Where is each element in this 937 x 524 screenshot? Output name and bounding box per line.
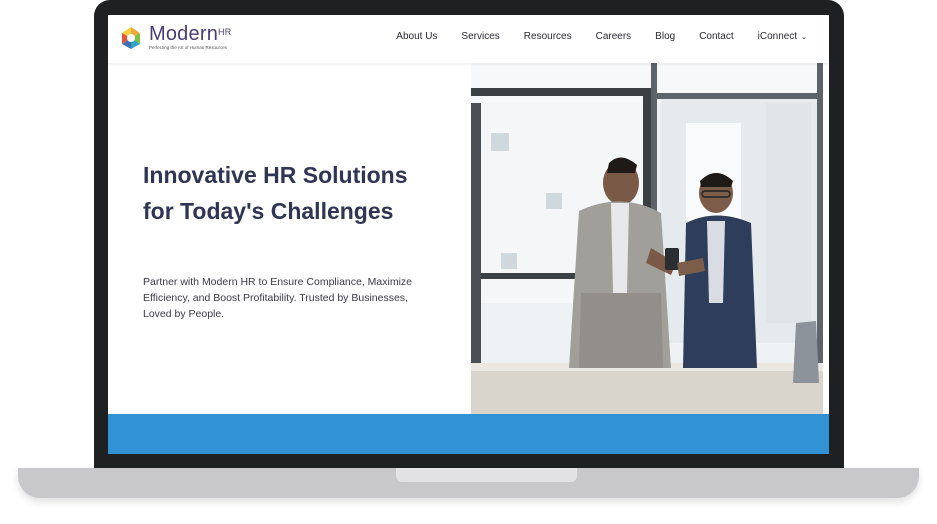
chevron-down-icon: ⌄ xyxy=(801,34,807,41)
laptop-base xyxy=(18,468,919,498)
nav-careers[interactable]: Careers xyxy=(596,31,632,42)
hero-image xyxy=(471,63,823,414)
hero-description: Partner with Modern HR to Ensure Complia… xyxy=(143,276,413,320)
logo-mark-icon xyxy=(122,27,140,49)
logo-tagline: Perfecting the Art of Human Resources xyxy=(149,45,228,50)
hero-content: Innovative HR Solutions for Today's Chal… xyxy=(108,63,471,414)
nav-about-us[interactable]: About Us xyxy=(396,31,437,42)
nav-resources[interactable]: Resources xyxy=(524,31,572,42)
laptop-notch xyxy=(396,468,577,482)
site-logo[interactable]: ModernHR Perfecting the Art of Human Res… xyxy=(118,23,231,51)
nav-contact[interactable]: Contact xyxy=(699,31,733,42)
office-photo xyxy=(471,63,823,414)
nav-services[interactable]: Services xyxy=(461,31,499,42)
logo-name: Modern xyxy=(149,23,219,45)
logo-superscript: HR xyxy=(218,27,232,37)
hero-title: Innovative HR Solutions for Today's Chal… xyxy=(143,162,408,224)
nav-iconnect-label: iConnect xyxy=(757,31,798,42)
laptop-screen: ModernHR Perfecting the Art of Human Res… xyxy=(108,15,829,454)
nav-blog[interactable]: Blog xyxy=(655,31,675,42)
nav-iconnect[interactable]: iConnect ⌄ xyxy=(758,31,807,42)
accent-bar xyxy=(108,414,829,454)
site-header: ModernHR Perfecting the Art of Human Res… xyxy=(108,15,829,63)
main-nav: About Us Services Resources Careers Blog… xyxy=(372,31,807,42)
